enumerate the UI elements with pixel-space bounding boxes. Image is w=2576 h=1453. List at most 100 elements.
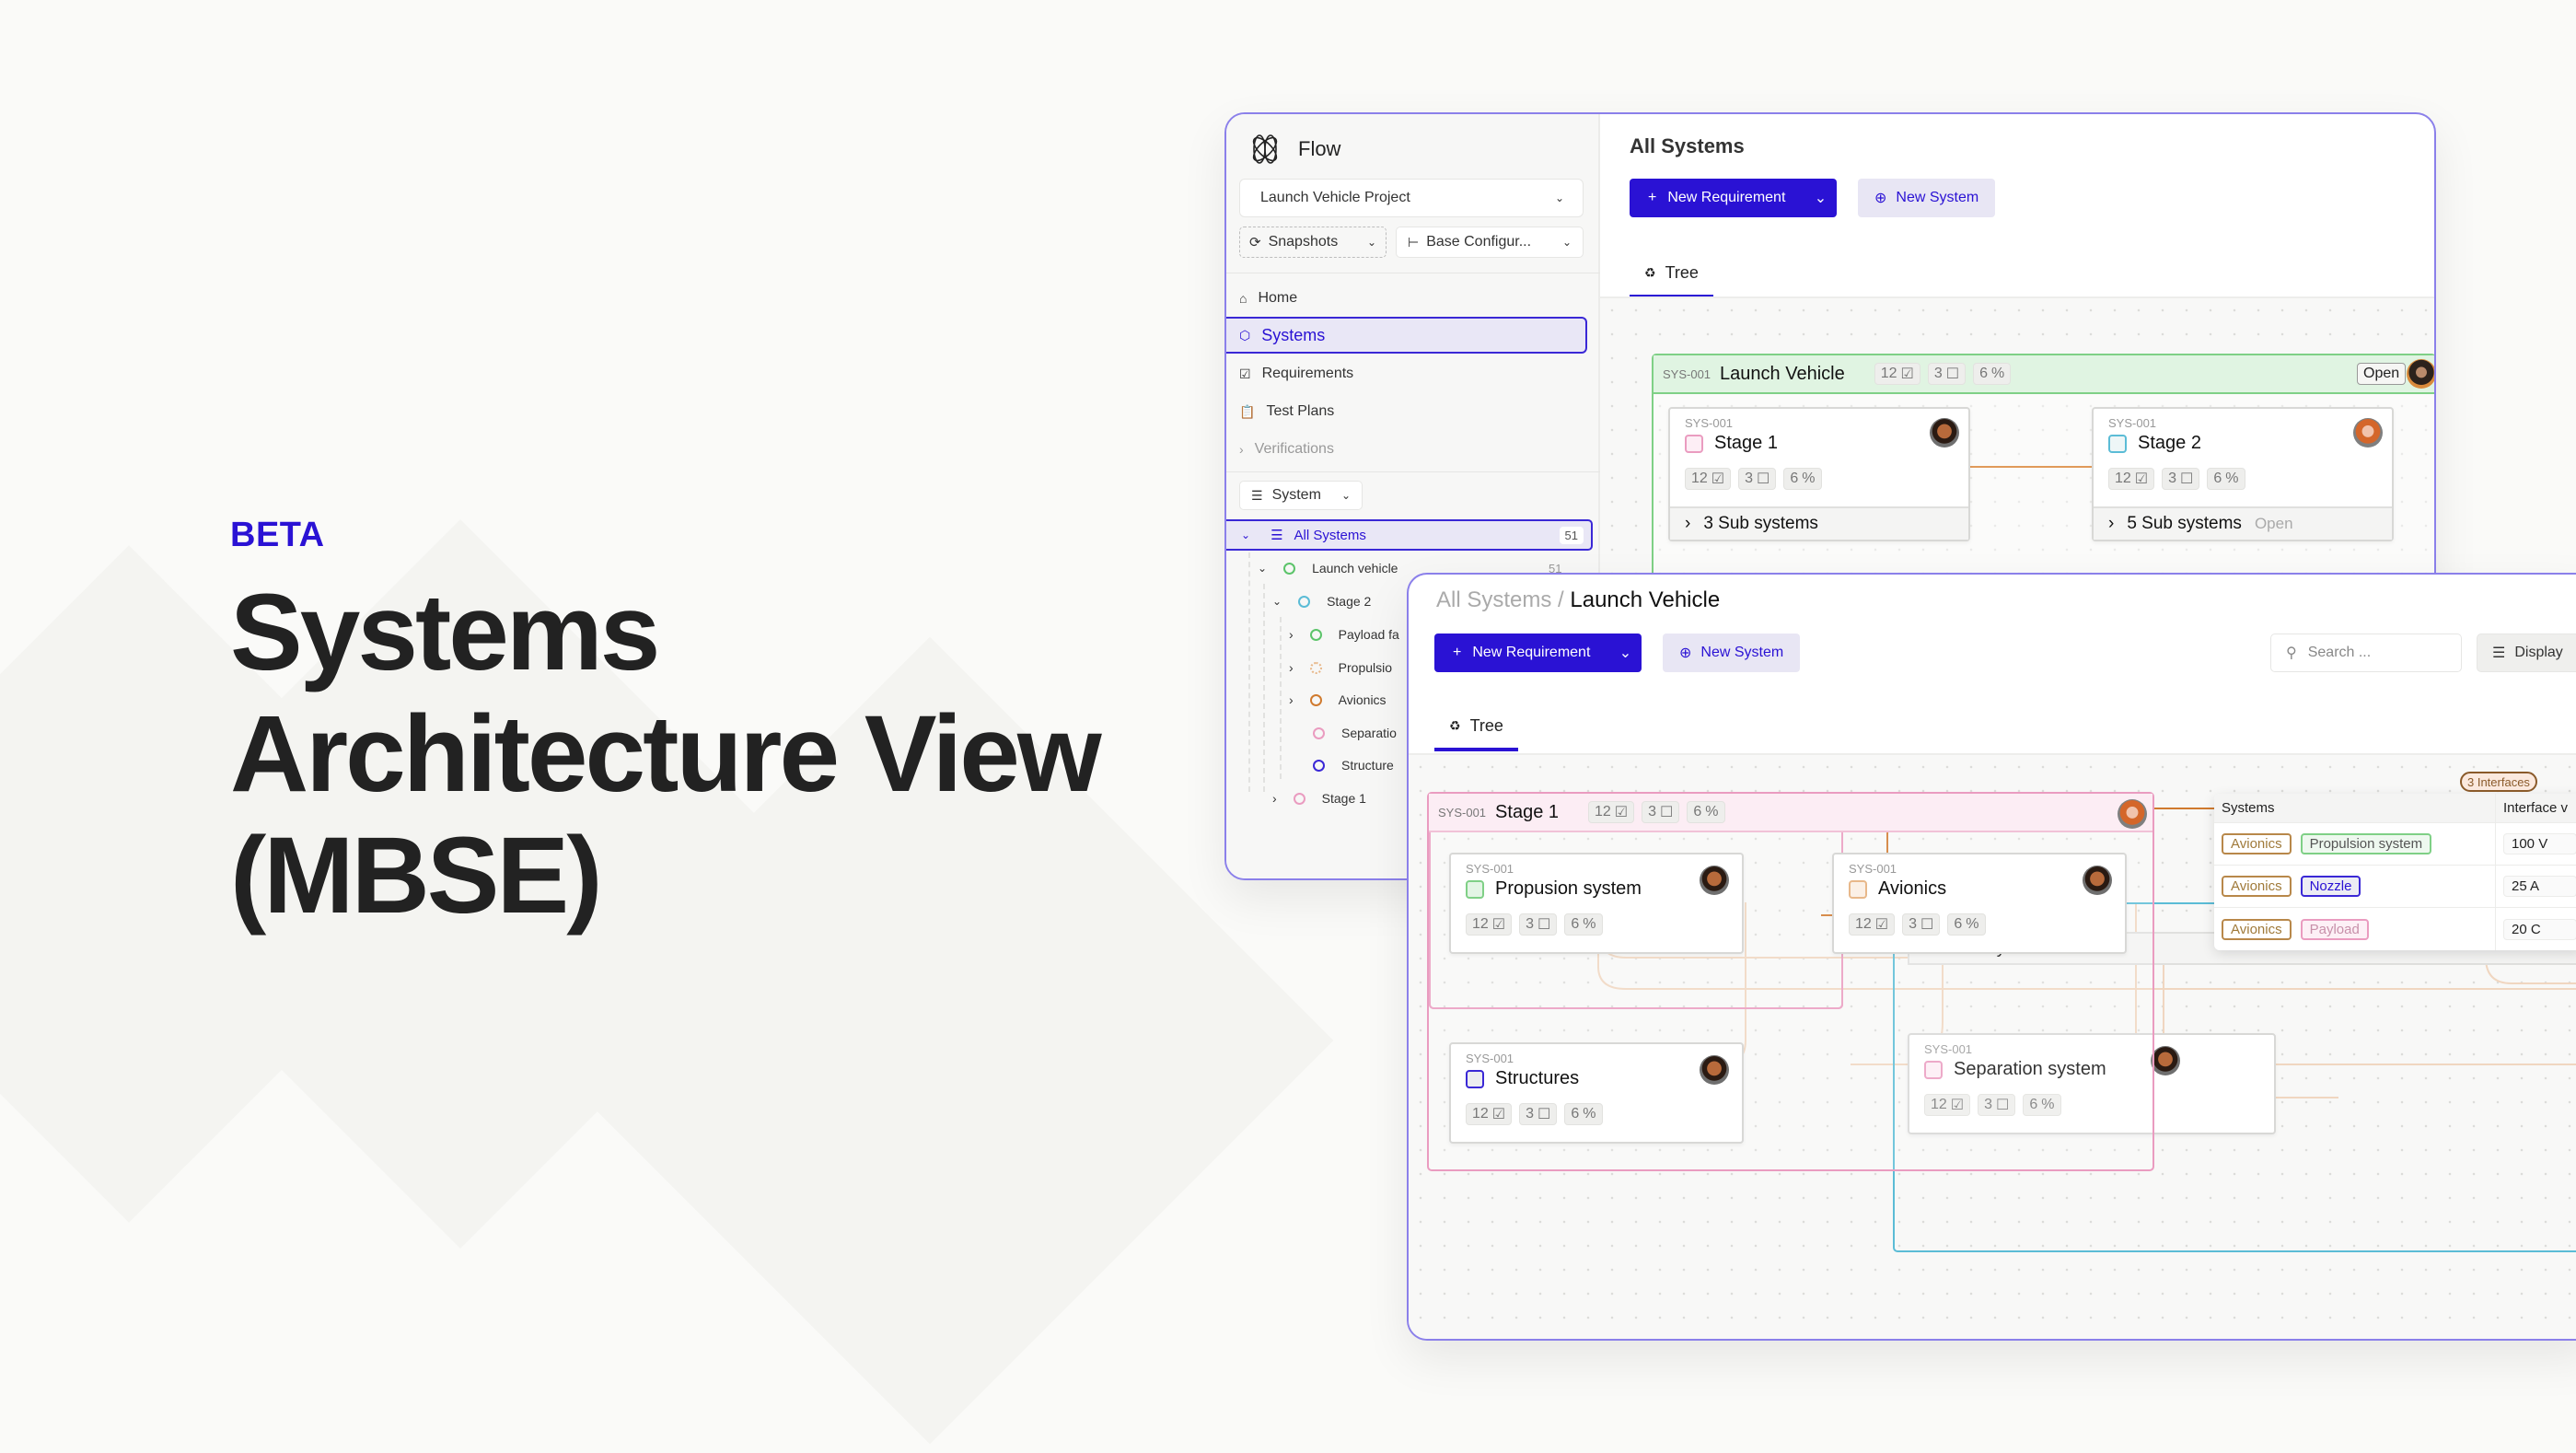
new-system-button[interactable]: ⊕ New System: [1858, 179, 1996, 217]
system-id: SYS-001: [2108, 416, 2157, 430]
metric-badges: 12 ☑ 3 ☐ 6%: [1849, 913, 1986, 936]
percent-icon: %: [1583, 1106, 1596, 1122]
sub-systems-toggle[interactable]: › 3 Sub systems: [1670, 506, 1968, 540]
tree-item[interactable]: › Stage 1: [1272, 783, 1366, 814]
system-card[interactable]: SYS-001 Stage 2 12 ☑ 3 ☐ 6% › 5 Sub systems…: [2092, 407, 2394, 541]
nav-item-requirements[interactable]: ☑ Requirements: [1226, 355, 1587, 392]
nav-label: Systems: [1261, 325, 1326, 344]
avatar[interactable]: [1930, 418, 1959, 448]
tree-item[interactable]: Structure: [1313, 750, 1394, 781]
app-logo[interactable]: Flow: [1248, 133, 1340, 166]
snapshots-dropdown[interactable]: ⟳ Snapshots ⌄: [1239, 227, 1387, 258]
tree-item-all-systems[interactable]: ⌄ ☰ All Systems 51: [1226, 519, 1593, 551]
checkbox-icon: ☑: [1239, 366, 1251, 381]
divider: [1226, 471, 1600, 472]
search-input[interactable]: ⚲ Search ...: [2270, 634, 2462, 672]
tree-item[interactable]: › Avionics: [1289, 684, 1387, 715]
cube-icon: ⬡: [1239, 327, 1251, 343]
tests-badge: 3 ☐: [1519, 913, 1558, 936]
chevron-right-icon: ›: [1239, 442, 1244, 457]
tab-tree[interactable]: ♻ Tree: [1434, 703, 1518, 751]
breadcrumb-parent[interactable]: All Systems: [1436, 587, 1551, 612]
tree-item[interactable]: › Propulsio: [1289, 652, 1392, 683]
avatar[interactable]: [2407, 359, 2434, 389]
system-card[interactable]: SYS-001 Stage 1 12 ☑ 3 ☐ 6% › 3 Sub systems: [1668, 407, 1970, 541]
table-row[interactable]: Avionics Nozzle 25 A: [2214, 866, 2576, 908]
clipboard-check-icon: ☐: [1920, 917, 1934, 933]
requirements-badge: 12 ☑: [1874, 363, 1920, 385]
status-circle-icon: [1293, 792, 1305, 805]
nav-item-verifications[interactable]: › Verifications: [1226, 431, 1587, 468]
tree-label: Separatio: [1341, 726, 1397, 740]
history-icon: ⟳: [1249, 235, 1261, 250]
tab-tree[interactable]: ♻ Tree: [1630, 250, 1713, 298]
chevron-down-icon[interactable]: ⌄: [1608, 644, 1642, 662]
system-id: SYS-001: [1466, 1052, 1514, 1065]
system-card[interactable]: SYS-001 Structures 12 ☑ 3 ☐ 6%: [1449, 1042, 1744, 1144]
interface-value[interactable]: 20 C: [2503, 918, 2576, 940]
status-badge[interactable]: Open: [2357, 363, 2407, 385]
new-requirement-button[interactable]: + New Requirement ⌄: [1434, 634, 1642, 672]
status-circle-icon: [1309, 628, 1322, 641]
system-tag[interactable]: Propulsion system: [2300, 833, 2432, 854]
flow-logo-icon: [1252, 134, 1278, 164]
issues-badge: 6%: [1564, 913, 1603, 936]
checkbox-icon: ☑: [1614, 805, 1629, 820]
tab-label: Tree: [1665, 262, 1699, 282]
percent-icon: %: [1966, 916, 1979, 932]
button-label: Display: [2514, 645, 2563, 660]
avatar[interactable]: [1700, 866, 1729, 895]
avatar[interactable]: [1700, 1055, 1729, 1085]
interfaces-count-badge[interactable]: 3 Interfaces: [2460, 772, 2537, 792]
project-selector[interactable]: Launch Vehicle Project ⌄: [1239, 179, 1584, 217]
table-header: Systems Interface v: [2214, 794, 2576, 823]
system-tag[interactable]: Avionics: [2222, 833, 2292, 854]
table-row[interactable]: Avionics Propulsion system 100 V: [2214, 823, 2576, 866]
new-system-button[interactable]: ⊕ New System: [1663, 634, 1801, 672]
interface-value[interactable]: 100 V: [2503, 833, 2576, 854]
avatar[interactable]: [2353, 418, 2383, 448]
nav-label: Test Plans: [1266, 403, 1335, 419]
metric-badges: 12 ☑ 3 ☐ 6%: [1685, 468, 1822, 490]
nav-item-home[interactable]: ⌂ Home: [1226, 280, 1587, 317]
system-group[interactable]: SYS-001 Stage 1 12 ☑ 3 ☐ 6% SYS-001 Propus…: [1427, 792, 2154, 1171]
metric-badges: 12 ☑ 3 ☐ 6%: [1588, 801, 1725, 823]
interface-value[interactable]: 25 A: [2503, 876, 2576, 897]
configuration-dropdown[interactable]: ⊢ Base Configur... ⌄: [1396, 227, 1584, 258]
system-tag[interactable]: Avionics: [2222, 876, 2292, 897]
tree-item[interactable]: › Payload fa: [1289, 619, 1399, 650]
system-card[interactable]: SYS-001 Propusion system 12 ☑ 3 ☐ 6%: [1449, 853, 1744, 954]
chevron-down-icon[interactable]: ⌄: [1804, 189, 1837, 207]
tree-item[interactable]: Separatio: [1313, 717, 1397, 749]
plus-circle-icon: ⊕: [1874, 191, 1887, 206]
chevron-right-icon: ›: [2108, 514, 2115, 533]
system-tag[interactable]: Payload: [2300, 918, 2369, 940]
system-tag[interactable]: Avionics: [2222, 918, 2292, 940]
nav-item-systems[interactable]: ⬡ Systems: [1226, 317, 1587, 354]
tree-icon: ♻: [1449, 717, 1461, 733]
tests-badge: 3 ☐: [1738, 468, 1777, 490]
display-button[interactable]: ☰ Display: [2477, 634, 2576, 672]
checkbox-icon: ☑: [1711, 471, 1725, 487]
system-name: Launch Vehicle: [1720, 363, 1845, 384]
system-tag[interactable]: Nozzle: [2300, 876, 2361, 897]
new-requirement-button[interactable]: + New Requirement ⌄: [1630, 179, 1838, 217]
avatar[interactable]: [2151, 1046, 2180, 1075]
table-row[interactable]: Avionics Payload 20 C: [2214, 908, 2576, 950]
avatar[interactable]: [2083, 866, 2112, 895]
system-id: SYS-001: [1849, 862, 1897, 876]
system-card[interactable]: SYS-001 Avionics 12 ☑ 3 ☐ 6%: [1832, 853, 2127, 954]
group-header: SYS-001 Launch Vehicle 12 ☑ 3 ☐ 6% Open: [1654, 355, 2434, 394]
system-group[interactable]: SYS-001 Launch Vehicle 12 ☑ 3 ☐ 6% Open SY…: [1652, 354, 2434, 578]
tree-item[interactable]: ⌄ Stage 2: [1272, 586, 1371, 617]
breadcrumb-separator: /: [1551, 587, 1571, 612]
system-filter-dropdown[interactable]: ☰ System ⌄: [1239, 481, 1363, 510]
plus-icon: +: [1648, 190, 1657, 205]
clipboard-check-icon: ☐: [1537, 1107, 1551, 1122]
nav-item-test-plans[interactable]: 📋 Test Plans: [1226, 393, 1587, 430]
home-icon: ⌂: [1239, 291, 1247, 306]
avatar[interactable]: [2118, 799, 2147, 829]
tree-item[interactable]: ⌄ Launch vehicle 51: [1258, 552, 1561, 584]
sub-systems-toggle[interactable]: › 5 Sub systems Open: [2094, 506, 2392, 540]
nav-label: Verifications: [1254, 441, 1334, 457]
